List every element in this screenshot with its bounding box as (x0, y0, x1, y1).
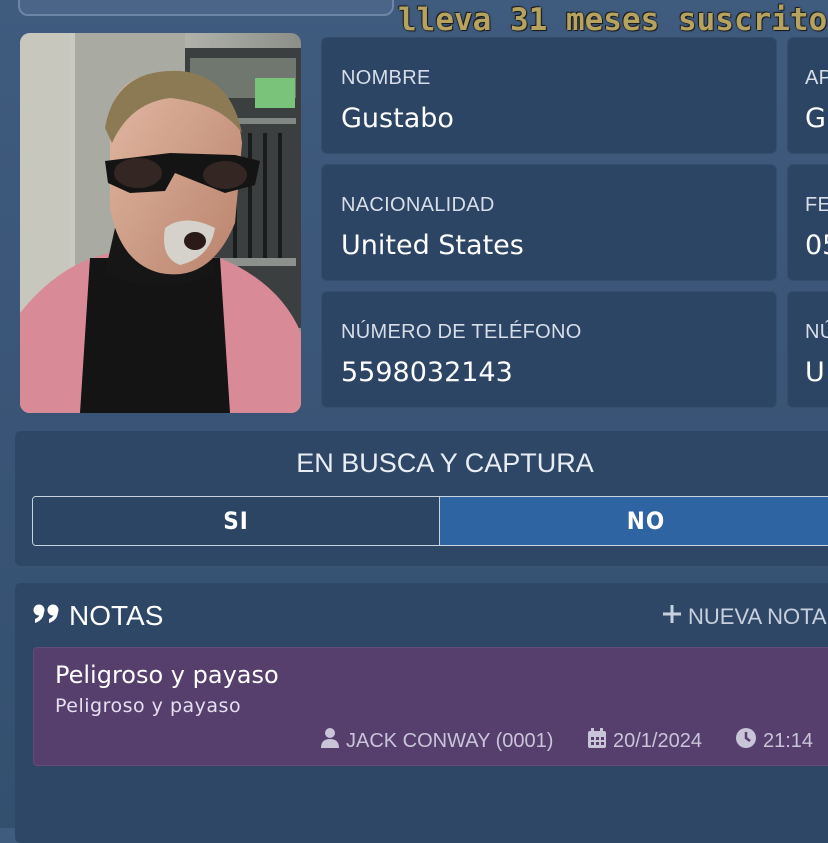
name-value: Gustabo (341, 103, 454, 134)
birthdate-value: 05 (805, 230, 828, 261)
note-date: 20/1/2024 (587, 727, 702, 755)
phone-label: NÚMERO DE TELÉFONO (341, 321, 582, 343)
note-date-text: 20/1/2024 (613, 729, 702, 752)
new-note-button[interactable]: NUEVA NOTA (662, 604, 827, 630)
subscription-banner: lleva 31 meses suscrito (398, 2, 828, 38)
wanted-option-si[interactable]: SI (33, 497, 440, 545)
notes-title: NOTAS (69, 600, 164, 631)
nationality-label: NACIONALIDAD (341, 194, 495, 216)
note-author: JACK CONWAY (0001) (320, 727, 553, 755)
user-icon (320, 727, 340, 755)
quote-icon (33, 600, 61, 632)
birthdate-label: FE (805, 194, 828, 216)
note-time: 21:14 (735, 727, 813, 755)
number-label: NÚ (805, 321, 828, 343)
number-value: U (805, 357, 825, 388)
wanted-option-no[interactable]: NO (440, 497, 828, 545)
wanted-title: EN BUSCA Y CAPTURA (296, 448, 594, 478)
note-body: Peligroso y payaso (55, 695, 242, 717)
portrait-image (20, 33, 301, 413)
note-item[interactable]: Peligroso y payaso Peligroso y payaso JA… (33, 647, 828, 766)
top-strip (18, 0, 394, 16)
note-author-text: JACK CONWAY (0001) (346, 729, 554, 752)
name-label: NOMBRE (341, 67, 431, 89)
phone-value: 5598032143 (341, 357, 513, 388)
notes-header: NOTAS (33, 600, 163, 632)
name-card: NOMBRE Gustabo (321, 37, 777, 154)
birthdate-card: FE 05 (787, 164, 828, 281)
surname-card: AP G (787, 37, 828, 154)
new-note-label: NUEVA NOTA (688, 604, 827, 629)
nationality-card: NACIONALIDAD United States (321, 164, 777, 281)
calendar-icon (587, 727, 607, 755)
plus-icon (662, 604, 682, 630)
phone-card: NÚMERO DE TELÉFONO 5598032143 (321, 291, 777, 408)
note-time-text: 21:14 (763, 729, 814, 752)
clock-icon (735, 727, 757, 755)
note-title: Peligroso y payaso (55, 661, 279, 689)
nationality-value: United States (341, 230, 524, 261)
number-card: NÚ U (787, 291, 828, 408)
surname-label: AP (805, 67, 828, 89)
surname-value: G (805, 103, 826, 134)
wanted-toggle: SI NO (32, 496, 828, 546)
avatar (20, 33, 301, 413)
